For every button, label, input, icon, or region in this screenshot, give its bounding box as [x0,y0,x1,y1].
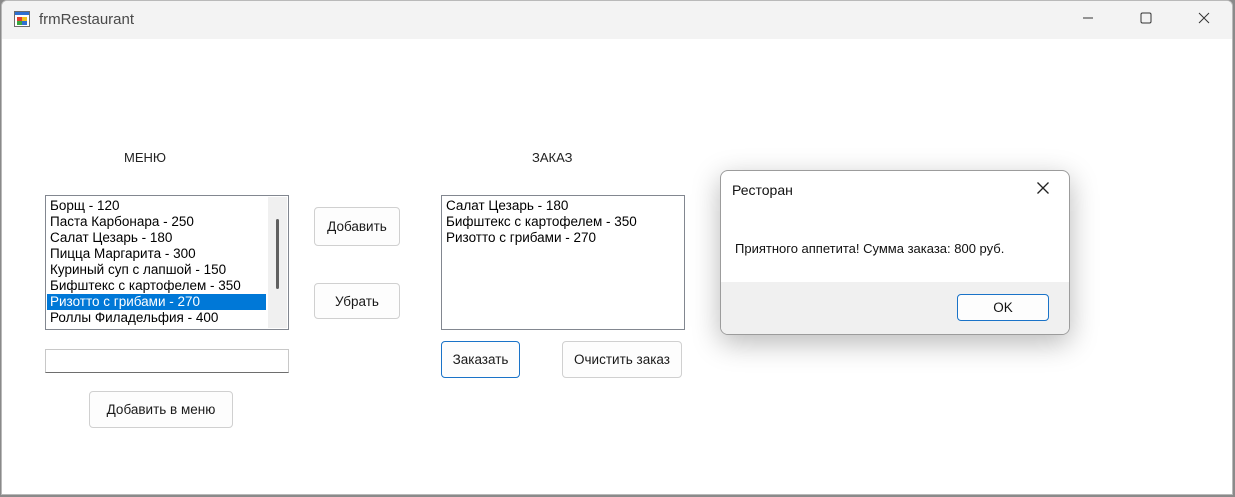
menu-list-item[interactable]: Салат Цезарь - 180 [47,230,266,246]
dialog-footer: OK [721,282,1069,334]
minimize-button[interactable] [1059,1,1117,39]
order-label: ЗАКАЗ [532,150,573,165]
remove-from-order-button[interactable]: Убрать [314,283,400,319]
menu-list-item[interactable]: Паста Карбонара - 250 [47,214,266,230]
place-order-button[interactable]: Заказать [441,341,520,378]
menu-label: МЕНЮ [124,150,167,165]
menu-list-item[interactable]: Пицца Маргарита - 300 [47,246,266,262]
menu-list-item-selected[interactable]: Ризотто с грибами - 270 [47,294,266,310]
maximize-button[interactable] [1117,1,1175,39]
clear-order-button[interactable]: Очистить заказ [562,341,682,378]
window-title: frmRestaurant [39,11,135,28]
ok-button[interactable]: OK [957,294,1049,321]
order-list-item[interactable]: Ризотто с грибами - 270 [443,230,682,246]
order-list-item[interactable]: Салат Цезарь - 180 [443,198,682,214]
scrollbar-thumb[interactable] [276,219,279,289]
maximize-icon [1140,11,1152,29]
new-menu-item-input[interactable] [45,349,289,373]
menu-list-item[interactable]: Роллы Филадельфия - 400 [47,310,266,326]
dialog-message: Приятного аппетита! Сумма заказа: 800 ру… [735,241,1005,256]
message-dialog: Ресторан Приятного аппетита! Сумма заказ… [720,170,1070,335]
close-icon [1198,11,1210,29]
dialog-close-button[interactable] [1025,175,1061,205]
add-to-menu-button[interactable]: Добавить в меню [89,391,233,428]
winforms-app-icon [14,11,30,27]
menu-listbox[interactable]: Борщ - 120 Паста Карбонара - 250 Салат Ц… [45,195,289,330]
menu-listbox-scrollbar[interactable] [268,197,287,328]
title-bar[interactable]: frmRestaurant [2,1,1232,39]
menu-list-item[interactable]: Куриный суп с лапшой - 150 [47,262,266,278]
order-listbox[interactable]: Салат Цезарь - 180 Бифштекс с картофелем… [441,195,685,330]
dialog-title: Ресторан [732,182,793,198]
add-to-order-button[interactable]: Добавить [314,207,400,246]
close-button[interactable] [1175,1,1232,39]
menu-list-item[interactable]: Борщ - 120 [47,198,266,214]
order-list-item[interactable]: Бифштекс с картофелем - 350 [443,214,682,230]
menu-list-item[interactable]: Бифштекс с картофелем - 350 [47,278,266,294]
close-icon [1036,181,1050,200]
minimize-icon [1082,11,1094,29]
